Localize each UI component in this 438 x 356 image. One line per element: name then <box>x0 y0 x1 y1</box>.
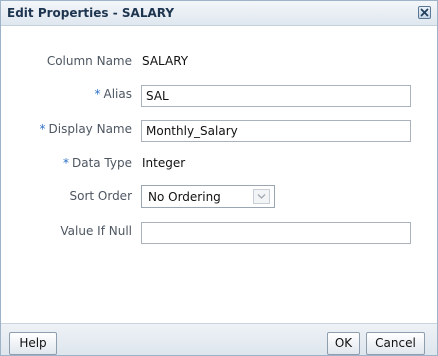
edit-properties-dialog: Edit Properties - SALARY Column Name SAL… <box>0 0 438 356</box>
alias-label: * Alias <box>95 87 132 101</box>
data-type-value: Integer <box>142 156 186 170</box>
sort-order-selected-value: No Ordering <box>148 190 221 204</box>
help-button[interactable]: Help <box>9 332 57 355</box>
value-if-null-input[interactable] <box>141 222 411 244</box>
sort-order-label: Sort Order <box>69 189 132 203</box>
close-button[interactable] <box>418 6 431 19</box>
close-x-icon <box>420 8 429 17</box>
required-marker: * <box>62 156 69 170</box>
ok-button[interactable]: OK <box>327 332 360 355</box>
value-if-null-label: Value If Null <box>60 224 132 238</box>
chevron-down-icon <box>257 194 266 199</box>
dropdown-arrow-icon <box>253 189 270 204</box>
dialog-footer: Help OK Cancel <box>1 323 437 355</box>
column-name-label: Column Name <box>46 54 132 68</box>
required-marker: * <box>39 122 46 136</box>
alias-input[interactable] <box>141 85 411 107</box>
column-name-value: SALARY <box>142 54 189 68</box>
data-type-label: * Data Type <box>63 156 132 170</box>
dialog-titlebar: Edit Properties - SALARY <box>1 1 437 26</box>
alias-label-text: Alias <box>103 87 132 101</box>
display-name-label-text: Display Name <box>48 122 132 136</box>
sort-order-select[interactable]: No Ordering <box>141 185 275 208</box>
cancel-button[interactable]: Cancel <box>366 332 425 355</box>
display-name-input[interactable] <box>141 120 411 142</box>
dialog-title: Edit Properties - SALARY <box>7 6 175 20</box>
display-name-label: * Display Name <box>40 122 132 136</box>
required-marker: * <box>94 87 101 101</box>
data-type-label-text: Data Type <box>71 156 132 170</box>
